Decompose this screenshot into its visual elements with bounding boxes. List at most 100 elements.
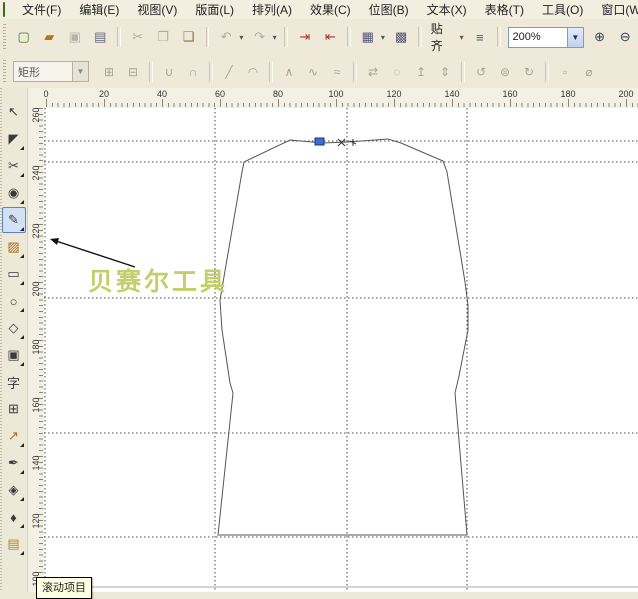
toolbar-separator — [496, 27, 501, 47]
import-button[interactable]: ⇥ — [293, 25, 317, 49]
bezier-tool[interactable]: ✎ — [1, 207, 26, 233]
ruler-label: 80 — [272, 89, 284, 99]
symmetrical-node-button[interactable]: ≈ — [326, 61, 348, 83]
zoom-in-button[interactable]: ⊕ — [588, 25, 612, 49]
ruler-label: 120 — [386, 89, 402, 99]
polygon-tool[interactable]: ◇ — [2, 315, 26, 341]
eyedropper-tool[interactable]: ◈ — [2, 477, 26, 503]
copy-button[interactable]: ❐ — [151, 25, 175, 49]
menu-effects[interactable]: 效果(C) — [301, 1, 360, 19]
horizontal-ruler[interactable]: 0 20 40 60 80 100 120 140 160 180 200 — [44, 88, 638, 109]
export-icon: ⇤ — [324, 29, 336, 44]
options-button[interactable]: ≡ — [468, 25, 492, 49]
stretch-nodes-button[interactable]: ⇕ — [434, 61, 456, 83]
propbar-separator — [353, 61, 357, 82]
garment-outline-path[interactable] — [217, 138, 469, 536]
basic-shapes-tool[interactable]: ▣ — [2, 342, 26, 368]
coreldraw-window: { "menu_bar": { "items": [ {"name": "men… — [0, 0, 638, 599]
convert-to-line-button[interactable]: ╱ — [218, 61, 240, 83]
reverse-direction-button[interactable]: ⇄ — [362, 61, 384, 83]
welcome-screen-button[interactable]: ▩ — [389, 25, 413, 49]
delete-node-button[interactable]: ⊟ — [122, 61, 144, 83]
zoom-out-button[interactable]: ⊖ — [613, 25, 637, 49]
crop-tool[interactable]: ✂ — [2, 153, 26, 179]
outline-pen-tool[interactable]: ♦ — [2, 504, 26, 530]
menu-tools[interactable]: 工具(O) — [533, 1, 592, 19]
propbar-separator — [149, 61, 153, 82]
break-curve-button[interactable]: ∩ — [182, 61, 204, 83]
export-button[interactable]: ⇤ — [319, 25, 343, 49]
ruler-label: 140 — [31, 455, 41, 471]
dimension-arrow-icon: ↗ — [8, 428, 19, 443]
menu-table[interactable]: 表格(T) — [476, 1, 533, 19]
select-all-nodes-button[interactable]: ▫ — [554, 61, 576, 83]
print-button[interactable]: ▤ — [88, 25, 112, 49]
zoom-level-combobox[interactable]: 200% ▼ — [507, 26, 584, 48]
chevron-down-icon[interactable]: ▼ — [72, 62, 88, 81]
smart-fill-tool[interactable]: ▨ — [2, 234, 26, 260]
menu-window[interactable]: 窗口(W) — [592, 1, 638, 19]
basic-shapes-icon: ▣ — [7, 347, 20, 362]
menu-bitmaps[interactable]: 位图(B) — [360, 1, 418, 19]
redo-button[interactable]: ↷ — [248, 25, 272, 49]
snap-to-button[interactable]: 贴齐 — [426, 17, 459, 57]
property-bar: 矩形 ▼ ⊞ ⊟ ∪ ∩ ╱ ◠ ∧ ∿ ≈ ⇄ ◌ ↥ ⇕ ↺ ⊜ ↻ ▫ ⌀ — [0, 55, 638, 89]
menu-text[interactable]: 文本(X) — [418, 1, 476, 19]
text-tool[interactable]: 字 — [2, 369, 26, 395]
new-document-button[interactable]: ▢ — [12, 25, 36, 49]
join-nodes-button[interactable]: ∪ — [158, 61, 180, 83]
artistic-media-tool[interactable]: ✒ — [2, 450, 26, 476]
dimension-tool[interactable]: ↗ — [2, 423, 26, 449]
selected-node-marker[interactable] — [314, 137, 325, 146]
elastic-mode-button[interactable]: ↻ — [518, 61, 540, 83]
save-button[interactable]: ▣ — [63, 25, 87, 49]
propbar-separator — [269, 61, 273, 82]
convert-to-curve-button[interactable]: ◠ — [242, 61, 264, 83]
fill-tool[interactable]: ▤ — [2, 531, 26, 557]
preset-combobox[interactable]: 矩形 ▼ — [13, 61, 89, 82]
ellipse-tool[interactable]: ○ — [2, 288, 26, 314]
cut-button[interactable]: ✂ — [126, 25, 150, 49]
flyout-arrow-icon — [19, 308, 24, 312]
ruler-label: 100 — [328, 89, 344, 99]
shape-tool[interactable]: ◤ — [2, 126, 26, 152]
cusp-node-button[interactable]: ∧ — [278, 61, 300, 83]
property-bar-grip[interactable] — [3, 59, 6, 84]
chevron-down-icon[interactable]: ▾ — [379, 33, 388, 42]
canvas-svg[interactable] — [44, 108, 638, 592]
propbar-separator — [545, 61, 549, 82]
vertical-ruler[interactable]: 260240220200180160140120100 — [28, 108, 45, 592]
align-nodes-button[interactable]: ⊜ — [494, 61, 516, 83]
ruler-label: 180 — [560, 89, 576, 99]
menu-view[interactable]: 视图(V) — [128, 1, 186, 19]
menu-edit[interactable]: 编辑(E) — [70, 1, 128, 19]
ruler-label: 0 — [44, 89, 49, 99]
rotate-skew-nodes-button[interactable]: ↺ — [470, 61, 492, 83]
application-launcher-button[interactable]: ▦ — [356, 25, 380, 49]
chevron-down-icon[interactable]: ▼ — [566, 27, 583, 47]
chevron-down-icon[interactable]: ▾ — [270, 33, 279, 42]
redo-arrow-icon: ↷ — [254, 29, 265, 44]
coreldraw-app-icon — [3, 2, 5, 17]
chevron-down-icon[interactable]: ▾ — [237, 33, 246, 42]
toolbar-grip[interactable] — [3, 24, 6, 50]
chevron-down-icon[interactable]: ▾ — [457, 33, 466, 42]
menu-file[interactable]: 文件(F) — [13, 1, 70, 19]
open-button[interactable]: ▰ — [37, 25, 61, 49]
flyout-arrow-icon — [19, 335, 24, 339]
paste-button[interactable]: ❑ — [177, 25, 201, 49]
zoom-tool[interactable]: ◉ — [2, 180, 26, 206]
smooth-node-button[interactable]: ∿ — [302, 61, 324, 83]
rectangle-tool[interactable]: ▭ — [2, 261, 26, 287]
menu-arrange[interactable]: 排列(A) — [243, 1, 301, 19]
undo-button[interactable]: ↶ — [214, 25, 238, 49]
drawing-canvas[interactable]: 贝赛尔工具 — [44, 108, 638, 592]
reduce-nodes-button[interactable]: ⌀ — [578, 61, 600, 83]
close-curve-button[interactable]: ◌ — [386, 61, 408, 83]
preset-value: 矩形 — [18, 66, 40, 79]
add-node-button[interactable]: ⊞ — [98, 61, 120, 83]
pick-tool[interactable]: ↖ — [2, 99, 26, 125]
table-tool[interactable]: ⊞ — [2, 396, 26, 422]
extract-subpath-button[interactable]: ↥ — [410, 61, 432, 83]
menu-layout[interactable]: 版面(L) — [186, 1, 243, 19]
